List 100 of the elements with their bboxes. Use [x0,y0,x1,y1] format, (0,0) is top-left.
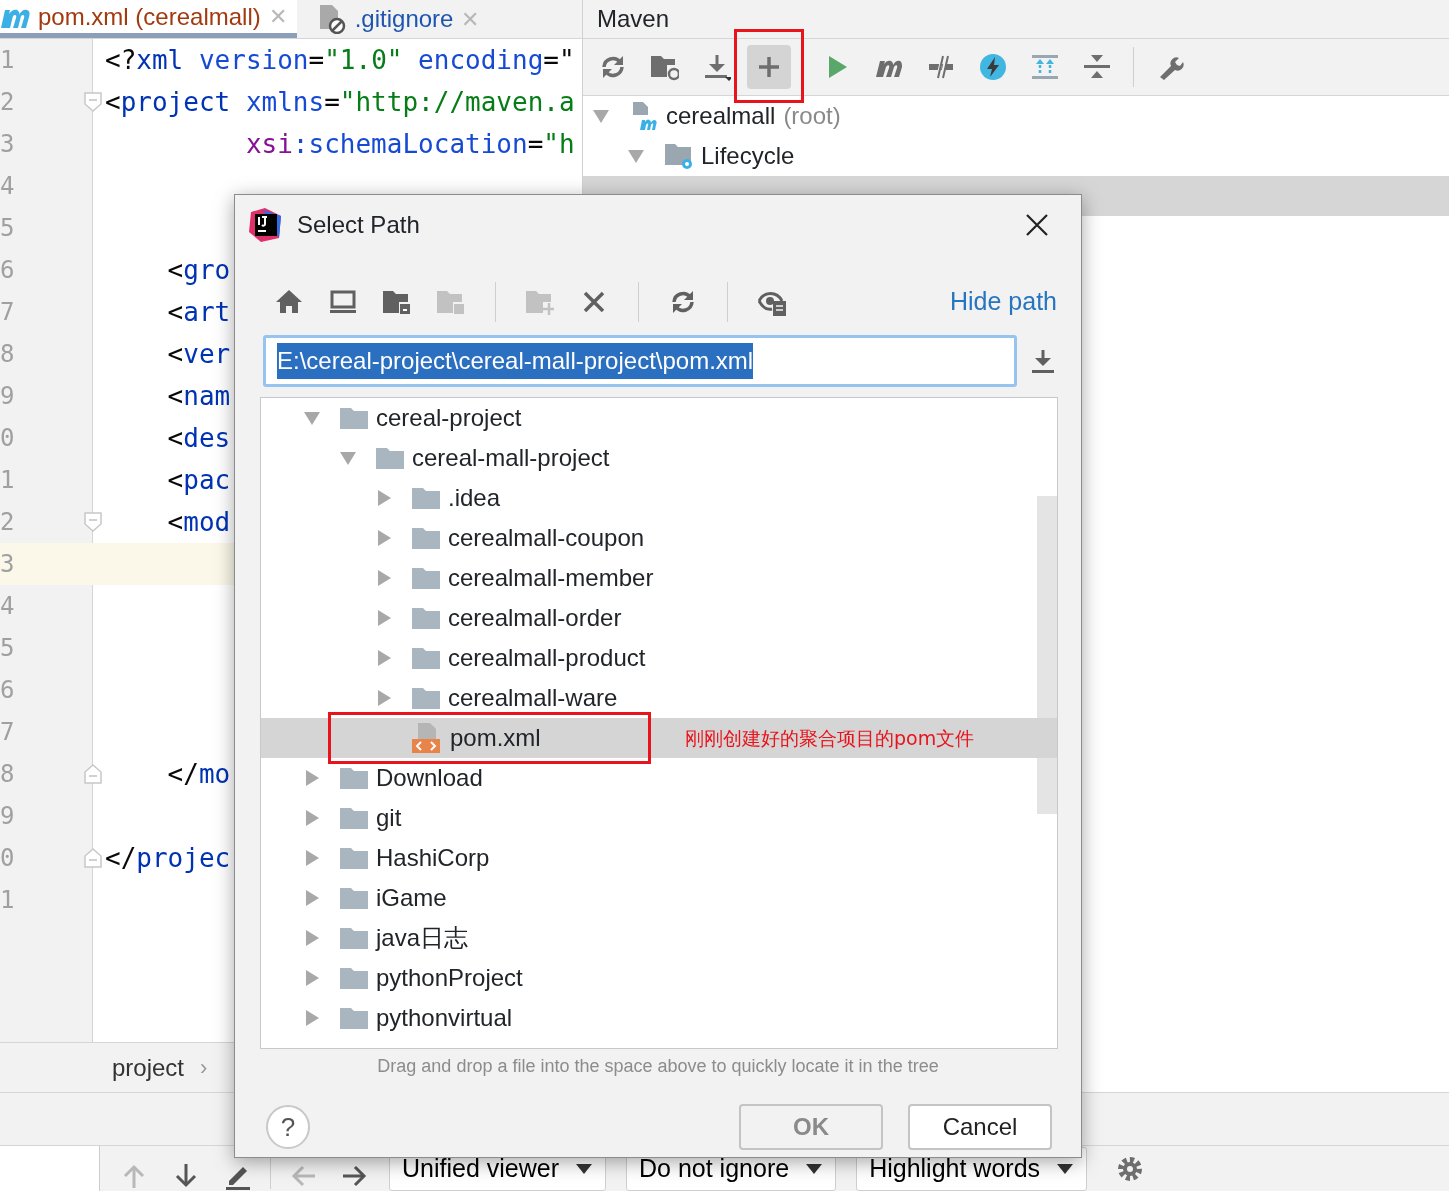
line-number: 2 [0,88,15,116]
app-logo-icon [249,208,283,242]
hide-path-link[interactable]: Hide path [949,283,1057,321]
code-line: <?xml version="1.0" encoding=" [105,43,575,77]
line-number: 9 [0,802,15,830]
folder-icon [412,607,440,629]
folder-icon [412,687,440,709]
line-number: 1 [0,46,15,74]
code-line: <pac [166,463,231,497]
line-number: 6 [0,256,15,284]
code-line: <project xmlns="http://maven.a [105,85,575,119]
tree-item-label[interactable]: cereal-mall-project [412,440,610,476]
folder-gear-icon [665,141,695,171]
folder-icon [340,1007,368,1029]
caret-icon [805,1162,824,1175]
code-line: <des [166,421,231,455]
code-line: <nam [166,379,231,413]
tree-item-label[interactable]: Lifecycle [701,138,795,174]
line-number: 2 [0,508,15,536]
panel-title: Maven [597,4,670,34]
line-number: 4 [0,172,15,200]
home-icon [275,288,303,316]
xml-file-icon [412,723,442,753]
folder-icon [340,807,368,829]
folder-reload-icon [651,53,679,81]
tree-item-label[interactable]: HashiCorp [376,840,490,876]
download-icon [1029,347,1057,375]
breadcrumb-separator: › [200,1054,208,1082]
line-number: 0 [0,424,15,452]
skip-tests-icon [927,53,955,81]
lightning-icon [979,53,1007,81]
maven-module-icon [630,101,660,131]
line-number: 4 [0,592,15,620]
new-folder-icon [526,288,554,316]
folder-icon [412,647,440,669]
folder-icon [340,847,368,869]
folder-icon [376,447,404,469]
line-number: 6 [0,676,15,704]
folder-icon [412,527,440,549]
line-number: 7 [0,298,15,326]
hint-text: Drag and drop a file into the space above to quickly locate it in the tree [377,1056,939,1076]
tree-item-label[interactable]: pythonvirtual [376,1000,513,1036]
folder-icon [340,767,368,789]
line-number: 3 [0,130,15,158]
dialog-title: Select Path [297,210,420,240]
tree-item-label[interactable]: iGame [376,880,447,916]
line-number: 5 [0,214,15,242]
module-folder-icon [437,288,465,316]
path-field[interactable]: E:\cereal-project\cereal-mall-project\pom.xml [263,335,1017,387]
tree-item-label[interactable]: pom.xml [450,720,541,756]
download-icon [703,53,731,81]
tree-item-label[interactable]: pythonProject [376,960,523,996]
cancel-button[interactable]: Cancel [908,1104,1052,1150]
tree-item-label[interactable]: cerealmall-member [448,560,654,596]
caret-icon [1056,1162,1075,1175]
editor-tab[interactable]: .gitignore ✕ [296,0,490,38]
line-number: 5 [0,634,15,662]
collapse-all-icon [1083,53,1111,81]
code-line: <art [166,295,231,329]
line-number: 8 [0,760,15,788]
annotation-note: 刚刚创建好的聚合项目的pom文件 [685,725,975,751]
selected-row[interactable]: pom.xml 刚刚创建好的聚合项目的pom文件 [261,718,1057,758]
tree-item-label[interactable]: cerealmall-ware [448,680,618,716]
expand-all-icon [1031,53,1059,81]
line-number: 1 [0,466,15,494]
tree-item-label[interactable]: cerealmall-product [448,640,646,676]
line-number: 1 [0,886,15,914]
folder-icon [340,927,368,949]
folder-icon [340,407,368,429]
code-line: <ver [166,337,231,371]
tree-item-label[interactable]: .idea [448,480,501,516]
code-line: <gro [166,253,231,287]
folder-icon [412,487,440,509]
tree-item-label[interactable]: git [376,800,402,836]
desktop-icon [329,288,357,316]
code-line: </mo [166,757,231,791]
line-number: 9 [0,382,15,410]
line-number: 3 [0,550,15,578]
tree-item-label[interactable]: cerealmall-coupon [448,520,645,556]
folder-icon [340,887,368,909]
tree-item-label[interactable]: Download [376,760,483,796]
code-line: xsi:schemaLocation="h [244,127,575,161]
tree-item-note: (root) [783,101,841,131]
tree-item-label[interactable]: cerealmall [666,98,776,134]
code-line: <mod [166,505,231,539]
input-field[interactable] [0,1145,100,1191]
line-number: 7 [0,718,15,746]
breadcrumb-item[interactable]: project [112,1049,185,1086]
editor-tab[interactable]: pom.xml (cerealmall) ✕ [0,0,297,38]
folder-icon [412,567,440,589]
code-line: </projec [105,841,231,875]
folder-icon [340,967,368,989]
tree-item-label[interactable]: cerealmall-order [448,600,622,636]
help-button[interactable]: ? [266,1105,310,1149]
tree-item-label[interactable]: java日志 [376,920,469,956]
tree-item-label[interactable]: cereal-project [376,400,522,436]
caret-icon [575,1162,593,1175]
line-number: 8 [0,340,15,368]
project-folder-icon [383,288,411,316]
line-number: 0 [0,844,15,872]
